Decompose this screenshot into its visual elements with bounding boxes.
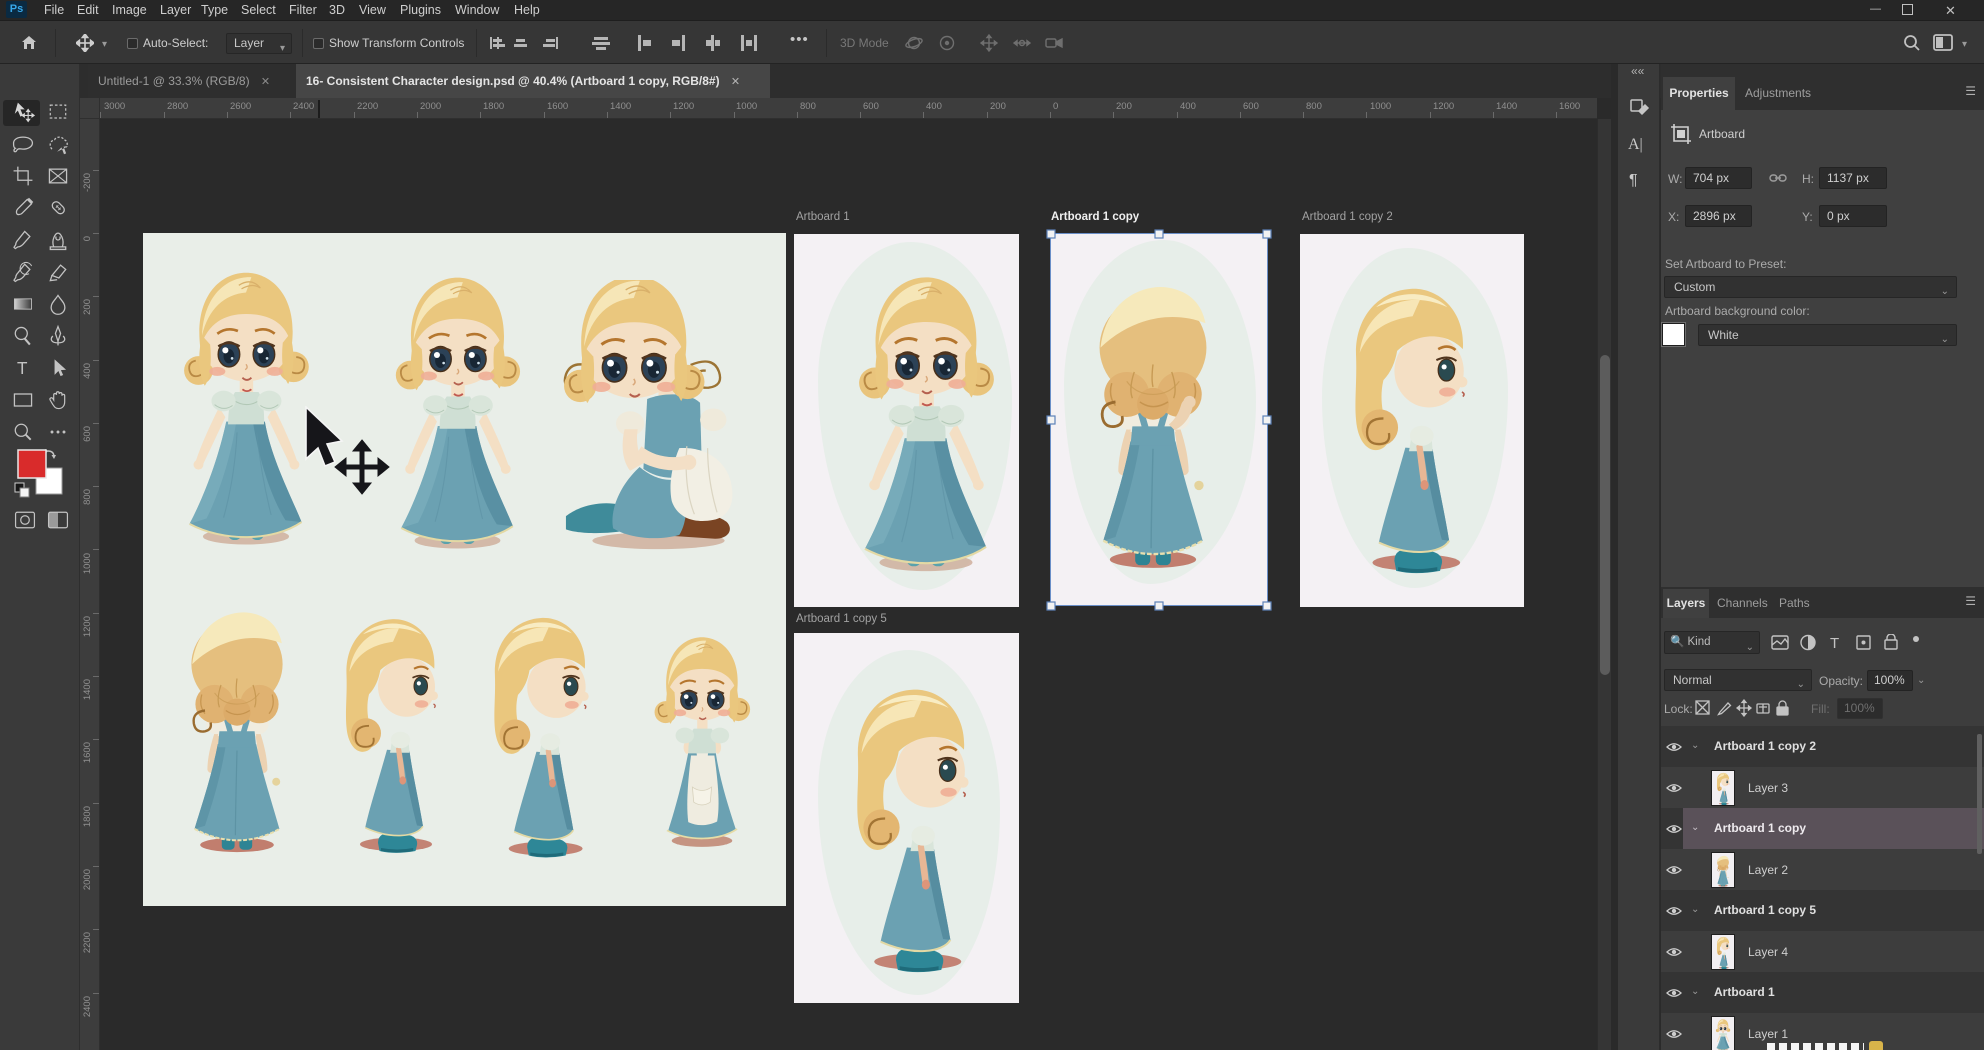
svg-text:T: T — [1830, 635, 1839, 652]
svg-text:T: T — [17, 358, 28, 378]
